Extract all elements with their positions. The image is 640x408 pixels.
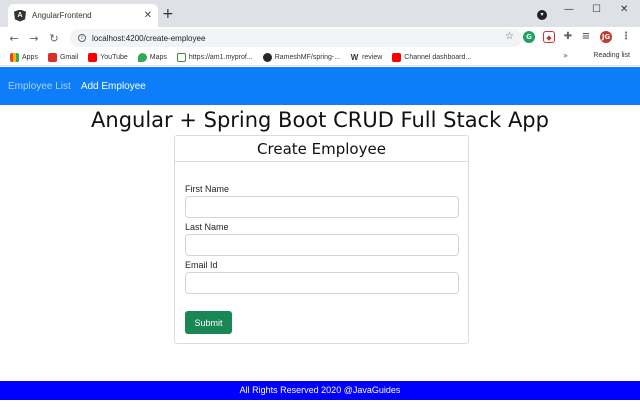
window-close-icon[interactable]: ✕ <box>620 4 628 15</box>
tab-title: AngularFrontend <box>32 11 92 20</box>
bookmark-maps[interactable]: Maps <box>137 52 167 62</box>
tab-close-icon[interactable]: ✕ <box>144 10 152 21</box>
youtube-icon <box>88 52 98 62</box>
forward-icon[interactable]: → <box>26 32 42 45</box>
first-name-label: First Name <box>185 184 230 194</box>
last-name-input[interactable] <box>185 234 459 256</box>
youtube-icon <box>392 52 402 62</box>
envelope-icon <box>176 52 186 62</box>
page-title: Angular + Spring Boot CRUD Full Stack Ap… <box>91 108 549 132</box>
email-id-input[interactable] <box>185 272 459 294</box>
angular-favicon-icon: A <box>14 9 26 22</box>
bookmark-youtube[interactable]: YouTube <box>88 52 128 62</box>
reading-queue-icon[interactable]: ≡ <box>580 31 592 43</box>
bookmark-label: https://am1.myprof... <box>188 53 253 61</box>
grammarly-extension-icon[interactable]: G <box>523 31 535 43</box>
bookmarks-bar: Apps Gmail YouTube Maps https://am1.mypr… <box>0 49 640 66</box>
bookmark-github[interactable]: RameshMF/spring-... <box>262 52 341 62</box>
nav-employee-list[interactable]: Employee List <box>8 81 71 92</box>
gmail-icon <box>47 52 57 62</box>
bookmark-label: Gmail <box>59 53 79 61</box>
bookmark-label: Channel dashboard... <box>404 53 472 61</box>
bookmark-apps[interactable]: Apps <box>10 52 38 62</box>
reload-icon[interactable]: ↻ <box>46 32 62 45</box>
browser-tab[interactable]: A AngularFrontend ✕ <box>8 4 158 27</box>
app-navbar: Employee List Add Employee <box>0 67 640 105</box>
site-info-icon[interactable]: i <box>78 34 86 42</box>
last-name-label: Last Name <box>185 222 229 232</box>
github-icon <box>262 52 272 62</box>
bookmark-label: review <box>362 53 383 61</box>
chrome-menu-icon[interactable]: ⋮ <box>620 31 632 43</box>
tab-search-icon[interactable]: ▾ <box>537 10 547 20</box>
bookmark-star-icon[interactable]: ☆ <box>505 31 514 42</box>
profile-avatar[interactable]: JG <box>600 31 612 43</box>
pocket-extension-icon[interactable]: ◆ <box>543 31 555 43</box>
bookmark-myprofile[interactable]: https://am1.myprof... <box>176 52 253 62</box>
nav-add-employee[interactable]: Add Employee <box>81 81 146 92</box>
email-id-label: Email Id <box>185 260 218 270</box>
bookmark-review[interactable]: W review <box>350 52 383 62</box>
address-bar[interactable]: i localhost:4200/create-employee ☆ <box>70 29 522 47</box>
address-url: localhost:4200/create-employee <box>92 33 206 43</box>
maximize-icon[interactable]: ☐ <box>592 4 601 15</box>
bookmark-gmail[interactable]: Gmail <box>47 52 79 62</box>
new-tab-icon[interactable]: + <box>162 6 174 22</box>
reading-list-button[interactable]: Reading list <box>593 52 630 59</box>
apps-grid-icon <box>10 52 19 62</box>
first-name-input[interactable] <box>185 196 459 218</box>
bookmark-label: Apps <box>22 53 38 61</box>
extensions-puzzle-icon[interactable]: ✚ <box>562 31 574 43</box>
page-footer: All Rights Reserved 2020 @JavaGuides <box>0 381 640 400</box>
wikipedia-icon: W <box>350 52 360 62</box>
bookmark-label: Maps <box>149 53 167 61</box>
bookmark-label: RameshMF/spring-... <box>274 53 341 61</box>
submit-button[interactable]: Submit <box>185 311 232 334</box>
back-icon[interactable]: ← <box>6 32 22 45</box>
bookmark-channel-dashboard[interactable]: Channel dashboard... <box>392 52 472 62</box>
create-employee-card: Create Employee First Name Last Name Ema… <box>174 135 469 344</box>
browser-tab-strip: A AngularFrontend ✕ + ▾ — ☐ ✕ <box>0 0 640 27</box>
card-title: Create Employee <box>175 136 468 162</box>
minimize-icon[interactable]: — <box>564 4 574 15</box>
maps-pin-icon <box>137 52 147 62</box>
bookmarks-overflow-icon[interactable]: » <box>563 51 568 60</box>
bookmark-label: YouTube <box>100 53 128 61</box>
